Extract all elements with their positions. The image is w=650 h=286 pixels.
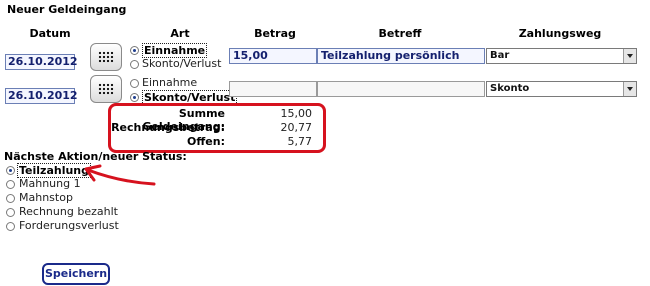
- chevron-down-icon[interactable]: [623, 49, 636, 63]
- radio-status-rechnung-bezahlt[interactable]: [6, 208, 15, 217]
- save-button[interactable]: Speichern: [42, 263, 110, 285]
- status-label-rechnung-bezahlt[interactable]: Rechnung bezahlt: [19, 205, 118, 218]
- column-header-betrag: Betrag: [254, 27, 296, 40]
- red-arrow-icon: [84, 164, 156, 186]
- radio-label-einnahme-row-1[interactable]: Einnahme: [142, 43, 208, 58]
- calendar-button-row-2[interactable]: [90, 75, 122, 103]
- zahlungsweg-select-row-1[interactable]: Bar: [486, 48, 637, 64]
- radio-label-skonto-row-1[interactable]: Skonto/Verlust: [142, 57, 221, 70]
- chevron-down-icon[interactable]: [623, 82, 636, 96]
- betreff-field-row-2[interactable]: [317, 81, 485, 97]
- form-title: Neuer Geldeingang: [7, 3, 127, 16]
- radio-label-einnahme-row-2[interactable]: Einnahme: [142, 76, 197, 89]
- radio-status-mahnstop[interactable]: [6, 194, 15, 203]
- status-label-forderungsverlust[interactable]: Forderungsverlust: [19, 219, 119, 232]
- radio-skonto-row-1[interactable]: [130, 60, 139, 69]
- summary-label-rechnung: Rechnungsbetrag:: [111, 121, 225, 134]
- summary-value-rechnung: 20,77: [280, 121, 313, 134]
- status-label-mahnung-1[interactable]: Mahnung 1: [19, 177, 81, 190]
- zahlungsweg-value-row-2: Skonto: [490, 83, 530, 94]
- column-header-zahlungsweg: Zahlungsweg: [518, 27, 602, 40]
- calendar-button-row-1[interactable]: [90, 43, 122, 71]
- radio-skonto-row-2[interactable]: [130, 93, 139, 102]
- date-field-row-1[interactable]: 26.10.2012: [5, 54, 78, 70]
- column-header-betreff: Betreff: [378, 27, 422, 40]
- column-header-datum: Datum: [29, 27, 71, 40]
- column-header-art: Art: [170, 27, 190, 40]
- radio-status-teilzahlung[interactable]: [6, 166, 15, 175]
- calendar-icon: [98, 51, 114, 63]
- calendar-icon: [98, 83, 114, 95]
- summary-label-offen: Offen:: [187, 135, 225, 148]
- zahlungsweg-select-row-2[interactable]: Skonto: [486, 81, 637, 97]
- date-field-row-2[interactable]: 26.10.2012: [5, 88, 78, 104]
- zahlungsweg-value-row-1: Bar: [490, 50, 510, 61]
- radio-status-forderungsverlust[interactable]: [6, 222, 15, 231]
- betreff-field-row-1[interactable]: Teilzahlung persönlich: [317, 48, 485, 64]
- radio-einnahme-row-2[interactable]: [130, 79, 139, 88]
- radio-status-mahnung-1[interactable]: [6, 180, 15, 189]
- betrag-field-row-1[interactable]: 15,00: [229, 48, 317, 64]
- summary-value-summe: 15,00: [280, 107, 313, 120]
- betrag-field-row-2[interactable]: [229, 81, 317, 97]
- summary-value-offen: 5,77: [287, 135, 313, 148]
- status-label-mahnstop[interactable]: Mahnstop: [19, 191, 73, 204]
- radio-einnahme-row-1[interactable]: [130, 46, 139, 55]
